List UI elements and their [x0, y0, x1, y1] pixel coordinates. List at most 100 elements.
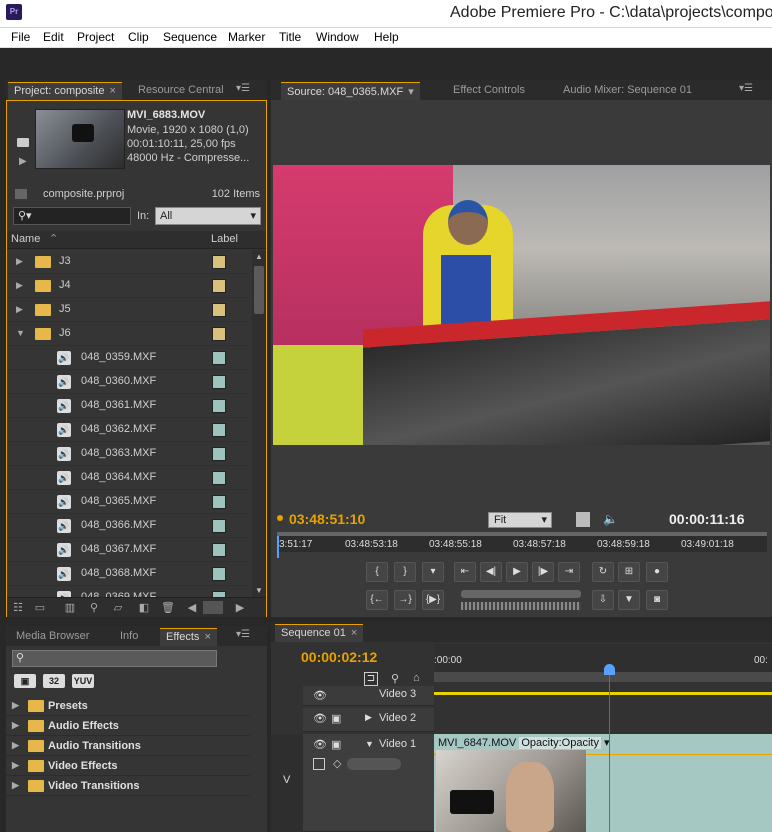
label-color-swatch[interactable]: [212, 567, 226, 581]
step-forward-icon[interactable]: |▶: [532, 562, 554, 582]
expand-icon[interactable]: ▶: [12, 760, 19, 771]
play-icon[interactable]: ▶: [19, 156, 27, 167]
eye-icon[interactable]: 👁: [313, 712, 327, 725]
step-back-icon[interactable]: ◀|: [480, 562, 502, 582]
mark-out-icon[interactable]: }: [394, 562, 416, 582]
label-color-swatch[interactable]: [212, 471, 226, 485]
label-color-swatch[interactable]: [212, 423, 226, 437]
eye-icon[interactable]: 👁: [313, 689, 327, 702]
bin-row[interactable]: ▶ J3: [7, 250, 251, 274]
mark-in-icon[interactable]: {: [366, 562, 388, 582]
timeline-playhead[interactable]: [609, 664, 610, 832]
tab-effects[interactable]: Effects ×: [160, 628, 217, 646]
chevron-down-icon[interactable]: ▾: [408, 86, 414, 98]
32-bit-effects-icon[interactable]: 32: [43, 674, 65, 688]
automate-sequence-icon[interactable]: ▥: [63, 601, 77, 615]
bin-row[interactable]: ▶ J5: [7, 298, 251, 322]
panel-menu-icon[interactable]: ▾☰: [234, 629, 252, 643]
track-lock-icon[interactable]: ▣: [331, 738, 341, 751]
clip-row[interactable]: 🔊048_0369.MXF: [7, 586, 251, 597]
column-label-header[interactable]: Label: [211, 233, 238, 245]
label-color-swatch[interactable]: [212, 303, 226, 317]
bin-row[interactable]: ▼ J6: [7, 322, 251, 346]
label-color-swatch[interactable]: [212, 495, 226, 509]
tab-resource-central[interactable]: Resource Central: [132, 82, 230, 100]
effects-category-row[interactable]: ▶ Audio Transitions: [6, 736, 250, 756]
menu-file[interactable]: File: [11, 30, 30, 44]
clip-row[interactable]: 🔊 048_0359.MXF: [7, 346, 251, 370]
clip-row[interactable]: 🔊 048_0362.MXF: [7, 418, 251, 442]
collapse-track-icon[interactable]: ▼: [365, 739, 374, 749]
menu-project[interactable]: Project: [77, 30, 114, 44]
jog-slider[interactable]: [461, 590, 581, 598]
list-view-icon[interactable]: ☷: [11, 601, 25, 615]
menu-sequence[interactable]: Sequence: [163, 30, 217, 44]
clip-row[interactable]: 🔊 048_0365.MXF: [7, 490, 251, 514]
close-icon[interactable]: ×: [204, 631, 210, 643]
menu-edit[interactable]: Edit: [43, 30, 64, 44]
loop-icon[interactable]: ↻: [592, 562, 614, 582]
horizontal-scroll-thumb[interactable]: [203, 601, 223, 614]
effects-category-row[interactable]: ▶ Video Transitions: [6, 776, 250, 796]
yuv-effects-icon[interactable]: YUV: [72, 674, 94, 688]
tab-media-browser[interactable]: Media Browser: [10, 628, 95, 646]
overlay-icon[interactable]: ▼: [618, 590, 640, 610]
tab-audio-mixer[interactable]: Audio Mixer: Sequence 01: [557, 82, 698, 100]
scroll-left-icon[interactable]: ◀: [185, 601, 199, 615]
scroll-right-icon[interactable]: ▶: [233, 601, 247, 615]
source-playhead[interactable]: [277, 536, 279, 558]
project-scrollbar[interactable]: ▲ ▼: [252, 250, 266, 597]
scroll-down-icon[interactable]: ▼: [255, 586, 263, 595]
output-icon[interactable]: ●: [646, 562, 668, 582]
trash-icon[interactable]: 🗑: [161, 601, 175, 615]
timeline-ruler[interactable]: :00:00 00:: [434, 644, 772, 682]
tab-sequence[interactable]: Sequence 01 ×: [275, 624, 364, 642]
export-frame-icon[interactable]: ◙: [646, 590, 668, 610]
close-icon[interactable]: ×: [351, 627, 357, 639]
track-lock-icon[interactable]: ▣: [331, 712, 341, 725]
close-icon[interactable]: ×: [109, 85, 115, 97]
effects-category-row[interactable]: ▶ Audio Effects: [6, 716, 250, 736]
insert-icon[interactable]: ⇩: [592, 590, 614, 610]
project-search-input[interactable]: ⚲▾: [13, 207, 131, 225]
playhead-handle[interactable]: [604, 664, 615, 675]
menu-clip[interactable]: Clip: [128, 30, 149, 44]
panel-menu-icon[interactable]: ▾☰: [234, 83, 252, 97]
set-marker-icon[interactable]: ⌂: [413, 672, 420, 684]
new-item-icon[interactable]: ◧: [137, 601, 151, 615]
film-icon[interactable]: [576, 512, 590, 527]
expand-icon[interactable]: ▶: [16, 280, 23, 291]
shuttle-wheel[interactable]: [461, 602, 581, 610]
play-icon[interactable]: ▶: [506, 562, 528, 582]
label-color-swatch[interactable]: [212, 543, 226, 557]
clip-row[interactable]: 🔊 048_0367.MXF: [7, 538, 251, 562]
source-current-timecode[interactable]: 03:48:51:10: [289, 511, 365, 527]
sort-icon[interactable]: ⌃: [49, 232, 58, 245]
clip-row[interactable]: 🔊 048_0368.MXF: [7, 562, 251, 586]
label-color-swatch[interactable]: [212, 327, 226, 341]
tab-info[interactable]: Info: [114, 628, 144, 646]
label-color-swatch[interactable]: [212, 351, 226, 365]
eye-icon[interactable]: 👁: [313, 738, 327, 751]
label-color-swatch[interactable]: [212, 399, 226, 413]
menu-window[interactable]: Window: [316, 30, 359, 44]
expand-icon[interactable]: ▶: [12, 740, 19, 751]
speaker-icon[interactable]: 🔈: [603, 512, 618, 526]
go-to-previous-icon[interactable]: {←: [366, 590, 388, 610]
expand-icon[interactable]: ▶: [16, 256, 23, 267]
label-color-swatch[interactable]: [212, 447, 226, 461]
scroll-thumb[interactable]: [254, 266, 264, 314]
zoom-select[interactable]: Fit ▾: [488, 512, 552, 528]
effects-category-row[interactable]: ▶ Video Effects: [6, 756, 250, 776]
timeline-timecode[interactable]: 00:00:02:12: [301, 649, 377, 665]
clip-row[interactable]: 🔊 048_0366.MXF: [7, 514, 251, 538]
column-name-header[interactable]: Name: [11, 233, 40, 245]
bin-row[interactable]: ▶ J4: [7, 274, 251, 298]
menu-help[interactable]: Help: [374, 30, 399, 44]
label-color-swatch[interactable]: [212, 255, 226, 269]
work-area-bar[interactable]: [434, 672, 772, 682]
tab-effect-controls[interactable]: Effect Controls: [447, 82, 531, 100]
expand-icon[interactable]: ▶: [12, 780, 19, 791]
go-to-out-icon[interactable]: ⇥: [558, 562, 580, 582]
keyframe-nav[interactable]: [347, 758, 401, 770]
